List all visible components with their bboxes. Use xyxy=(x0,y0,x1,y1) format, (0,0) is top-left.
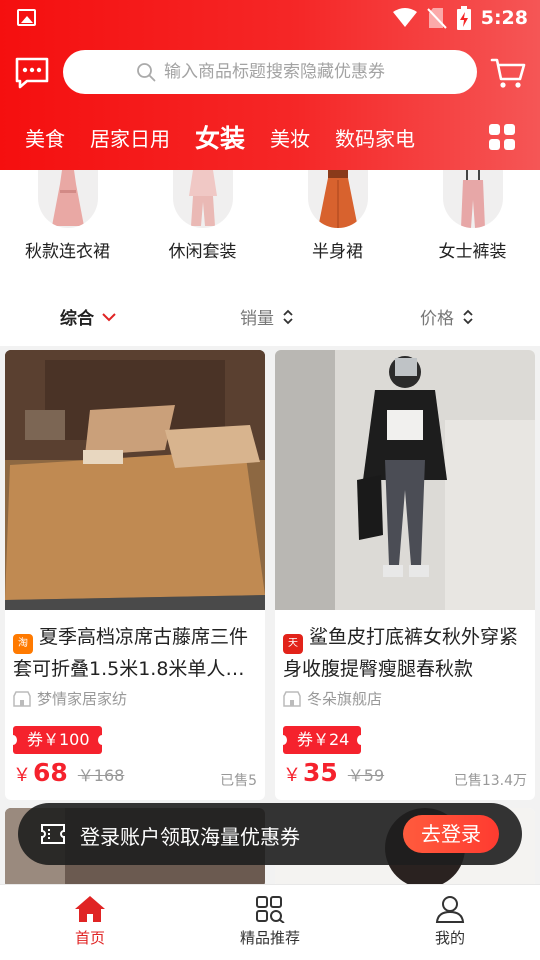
price-value: 68 xyxy=(33,758,68,787)
shop-name: 梦情家居家纺 xyxy=(13,688,127,709)
wifi-icon xyxy=(392,8,417,27)
product-title: 天鲨鱼皮打底裤女秋外穿紧身收腹提臀瘦腿春秋款 xyxy=(283,622,529,684)
subcategory-item[interactable]: 半身裙 xyxy=(270,170,405,262)
price: ￥ 68 ￥168 xyxy=(13,758,124,787)
orange-skirt-thumb xyxy=(307,170,368,228)
login-banner: 登录账户领取海量优惠券 去登录 xyxy=(18,803,522,865)
sort-sales-label: 销量 xyxy=(240,309,274,329)
tracksuit-thumb xyxy=(172,170,233,228)
price-value: 35 xyxy=(303,758,338,787)
shop-name-text: 冬朵旗舰店 xyxy=(307,690,383,708)
product-title: 淘夏季高档凉席古藤席三件套可折叠1.5米1.8米单人双人学生宿舍凉席 xyxy=(13,622,259,684)
product-title-text: 夏季高档凉席古藤席三件套可折叠1.5米1.8米单人双人学生宿舍凉席 xyxy=(13,626,249,680)
subcategory-row: 秋款连衣裙 休闲套装 半身裙 女士裤装 xyxy=(0,170,540,290)
shop-icon xyxy=(283,690,301,707)
status-time: 5:28 xyxy=(480,7,528,29)
login-button[interactable]: 去登录 xyxy=(403,815,499,853)
search-bar[interactable] xyxy=(63,50,477,94)
search-input[interactable] xyxy=(164,62,404,82)
sort-bar: 综合 销量 价格 xyxy=(0,290,540,346)
chevron-down-icon xyxy=(102,312,116,321)
user-icon xyxy=(435,896,465,923)
tmall-icon: 天 xyxy=(283,634,303,654)
price: ￥ 35 ￥59 xyxy=(283,758,384,787)
tab-profile-label: 我的 xyxy=(434,929,465,947)
sold-count: 已售5 xyxy=(220,773,257,789)
status-bar: 5:28 xyxy=(0,0,540,36)
search-icon xyxy=(137,63,156,82)
sold-count: 已售13.4万 xyxy=(453,773,527,789)
coupon-badge[interactable]: 券￥100 xyxy=(9,726,106,754)
battery-charging-icon xyxy=(456,6,471,30)
original-price: ￥168 xyxy=(77,766,125,785)
coupon-badge[interactable]: 券￥24 xyxy=(278,726,366,754)
bottom-tab-bar: 首页 精品推荐 我的 xyxy=(0,884,540,960)
no-sim-icon xyxy=(427,8,447,29)
product-image-leggings xyxy=(275,350,535,610)
subcategory-item[interactable]: 女士裤装 xyxy=(405,170,540,262)
category-tabs: 美食 居家日用 女装 美妆 数码家电 xyxy=(0,112,470,162)
tab-home-label: 首页 xyxy=(74,929,105,947)
tab-digital-appliances[interactable]: 数码家电 xyxy=(310,123,415,152)
tab-profile[interactable]: 我的 xyxy=(360,895,540,948)
subcategory-item[interactable]: 休闲套装 xyxy=(135,170,270,262)
product-title-text: 鲨鱼皮打底裤女秋外穿紧身收腹提臀瘦腿春秋款 xyxy=(283,626,519,680)
sort-updown-icon xyxy=(283,309,293,324)
sort-sales[interactable]: 销量 xyxy=(240,304,294,329)
status-icons: 5:28 xyxy=(392,4,528,32)
home-icon xyxy=(75,896,105,922)
product-card[interactable]: 淘夏季高档凉席古藤席三件套可折叠1.5米1.8米单人双人学生宿舍凉席 梦情家居家… xyxy=(5,350,265,800)
shop-name: 冬朵旗舰店 xyxy=(283,688,382,709)
overalls-thumb xyxy=(442,170,503,228)
shop-name-text: 梦情家居家纺 xyxy=(37,690,128,708)
tab-home[interactable]: 首页 xyxy=(0,895,180,948)
tab-recommended-label: 精品推荐 xyxy=(239,929,300,947)
all-categories-grid-icon[interactable] xyxy=(489,124,515,150)
tab-womens-clothing[interactable]: 女装 xyxy=(170,119,245,155)
tab-beauty[interactable]: 美妆 xyxy=(245,123,310,152)
subcategory-label: 休闲套装 xyxy=(168,242,237,262)
sort-updown-icon xyxy=(463,309,473,324)
tab-household[interactable]: 居家日用 xyxy=(65,123,170,152)
currency-symbol: ￥ xyxy=(283,765,301,786)
tab-food[interactable]: 美食 xyxy=(0,123,65,152)
product-image-bamboo-mat xyxy=(5,350,265,610)
subcategory-item[interactable]: 秋款连衣裙 xyxy=(0,170,135,262)
tab-recommended[interactable]: 精品推荐 xyxy=(180,895,360,948)
original-price: ￥59 xyxy=(347,766,385,785)
grid-search-icon xyxy=(256,896,285,923)
login-banner-text: 登录账户领取海量优惠券 xyxy=(80,825,300,849)
subcategory-label: 半身裙 xyxy=(312,242,363,262)
sort-price-label: 价格 xyxy=(420,309,454,329)
taobao-icon: 淘 xyxy=(13,634,33,654)
currency-symbol: ￥ xyxy=(13,765,31,786)
cart-icon[interactable] xyxy=(490,54,526,90)
app-header: 5:28 美食 居家日用 女装 美妆 数码家电 xyxy=(0,0,540,170)
subcategory-label: 女士裤装 xyxy=(438,242,507,262)
sort-comprehensive[interactable]: 综合 xyxy=(60,304,116,329)
ticket-icon xyxy=(41,824,65,844)
shop-icon xyxy=(13,690,31,707)
pink-dress-thumb xyxy=(37,170,98,228)
subcategory-label: 秋款连衣裙 xyxy=(25,242,110,262)
message-icon[interactable] xyxy=(14,56,50,90)
sort-comprehensive-label: 综合 xyxy=(60,309,94,329)
sort-price[interactable]: 价格 xyxy=(420,304,474,329)
gallery-notification-icon xyxy=(17,9,36,26)
product-card[interactable]: 天鲨鱼皮打底裤女秋外穿紧身收腹提臀瘦腿春秋款 冬朵旗舰店 券￥24 ￥ 35 ￥… xyxy=(275,350,535,800)
